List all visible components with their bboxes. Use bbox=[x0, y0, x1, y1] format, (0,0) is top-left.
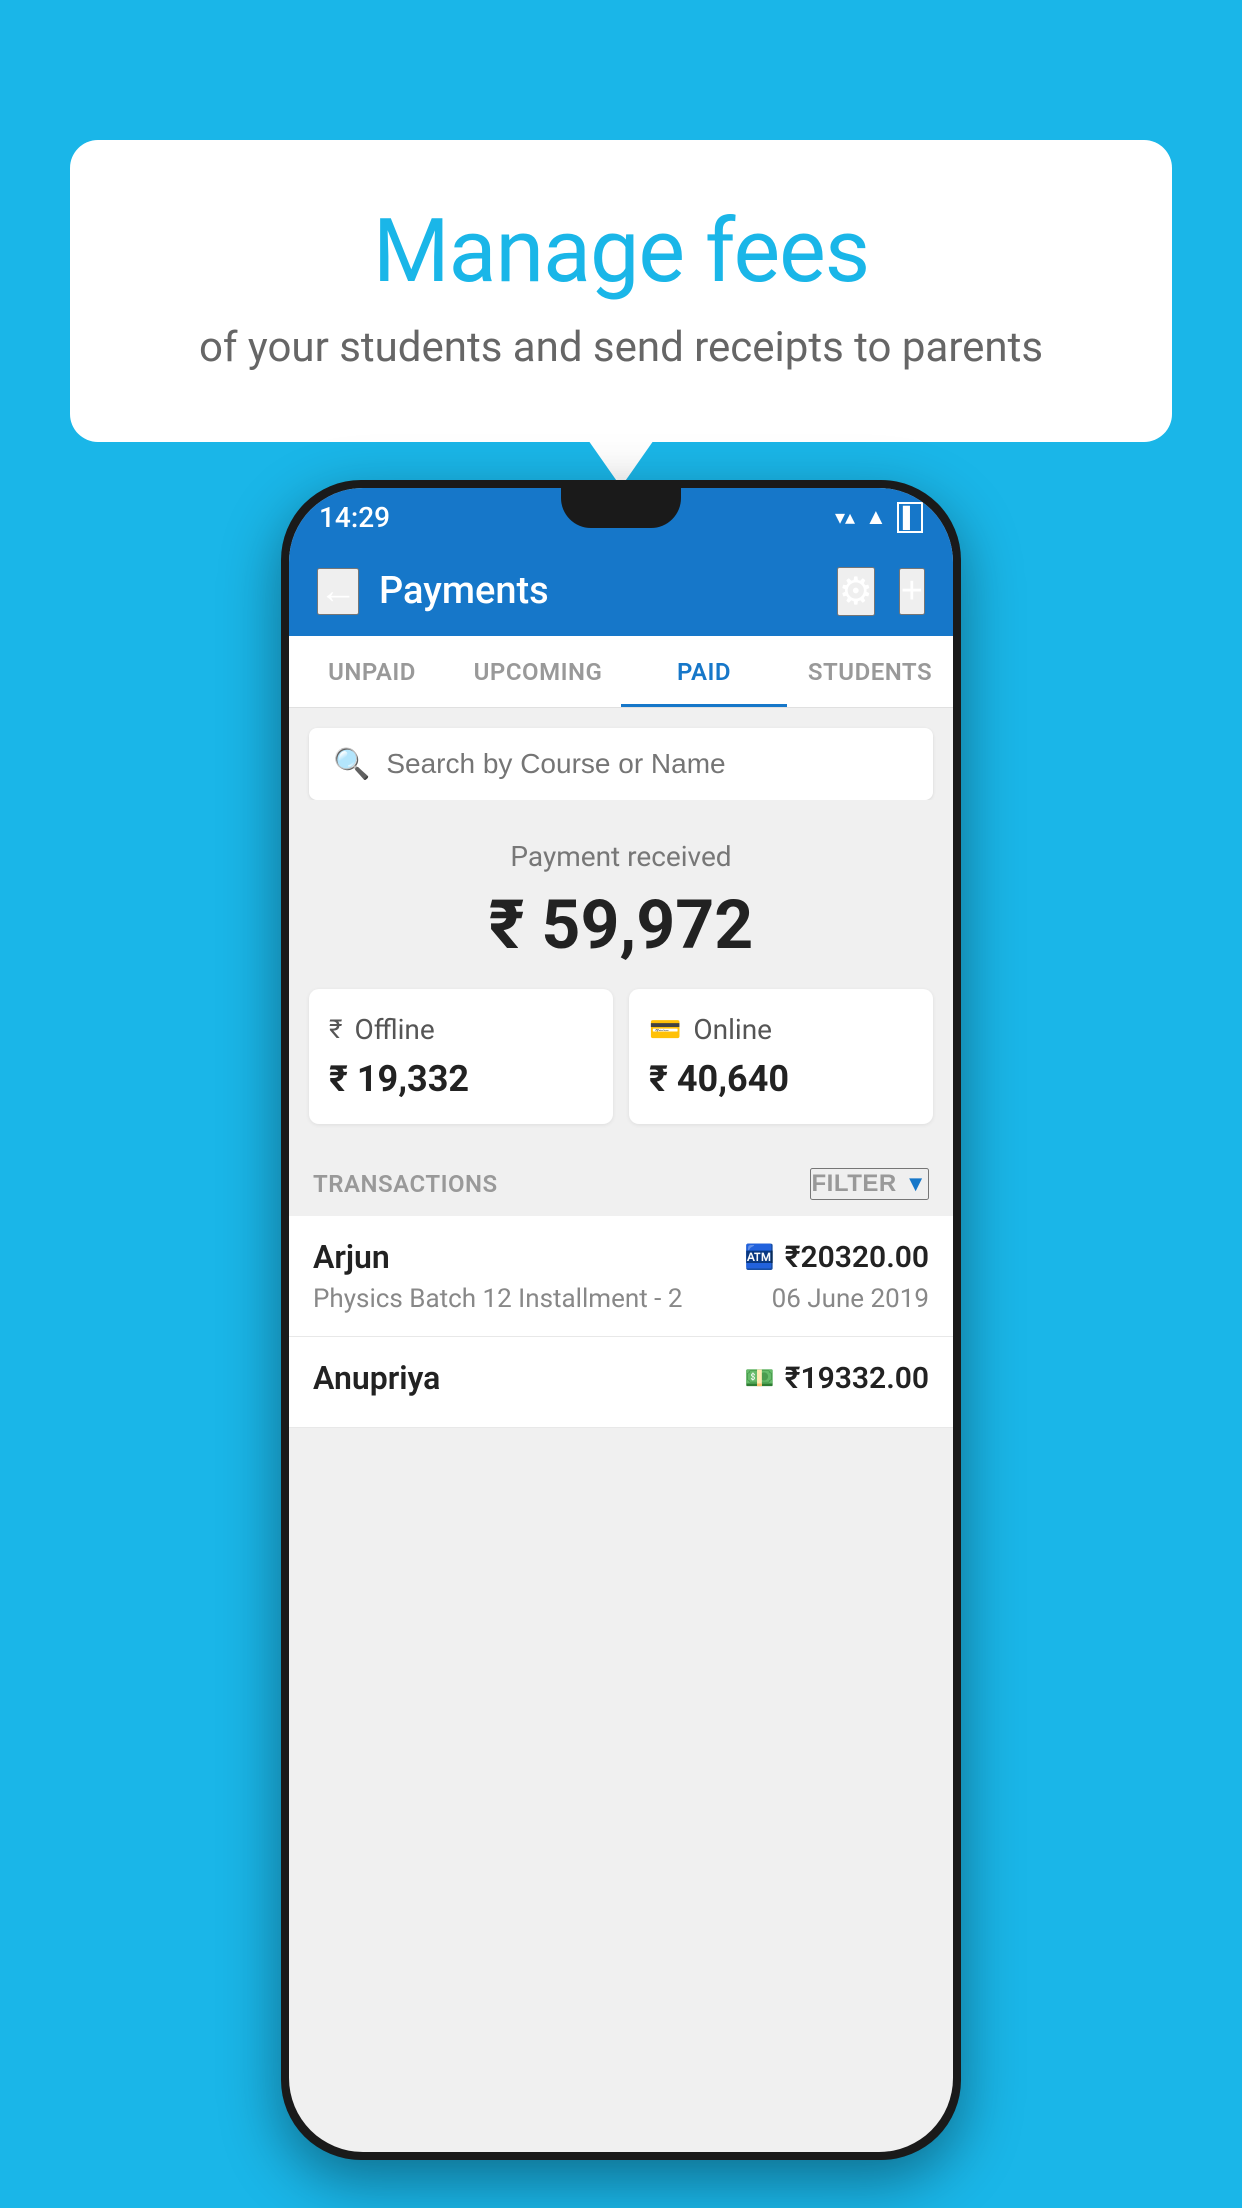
transaction-name: Arjun bbox=[313, 1238, 390, 1276]
payment-total-amount: ₹ 59,972 bbox=[309, 885, 933, 965]
offline-amount: ₹ 19,332 bbox=[329, 1058, 593, 1100]
transaction-desc: Physics Batch 12 Installment - 2 bbox=[313, 1284, 682, 1314]
content-area: 🔍 Payment received ₹ 59,972 ₹ Offline ₹ … bbox=[289, 708, 953, 1428]
transactions-header: TRANSACTIONS FILTER ▼ bbox=[289, 1144, 953, 1216]
status-icons: ▾▴ ▲ ▌ bbox=[835, 502, 923, 533]
offline-icon: ₹ bbox=[329, 1015, 342, 1045]
tab-paid[interactable]: PAID bbox=[621, 636, 787, 707]
signal-icon: ▲ bbox=[865, 504, 887, 530]
app-bar-actions: ⚙ + bbox=[837, 567, 925, 616]
notch bbox=[561, 488, 681, 528]
speech-bubble: Manage fees of your students and send re… bbox=[70, 140, 1172, 442]
payment-cards: ₹ Offline ₹ 19,332 💳 Online ₹ 40,640 bbox=[309, 989, 933, 1124]
online-amount: ₹ 40,640 bbox=[649, 1058, 913, 1100]
tab-students[interactable]: STUDENTS bbox=[787, 636, 953, 707]
search-input[interactable] bbox=[386, 748, 909, 780]
status-bar: 14:29 ▾▴ ▲ ▌ bbox=[289, 488, 953, 546]
speech-bubble-section: Manage fees of your students and send re… bbox=[70, 140, 1172, 442]
filter-button[interactable]: FILTER ▼ bbox=[810, 1168, 930, 1200]
transaction-date: 06 June 2019 bbox=[772, 1284, 929, 1314]
offline-card: ₹ Offline ₹ 19,332 bbox=[309, 989, 613, 1124]
transaction-amount: 💵 ₹19332.00 bbox=[745, 1361, 929, 1396]
back-button[interactable]: ← bbox=[317, 568, 359, 615]
battery-icon: ▌ bbox=[897, 502, 923, 533]
add-button[interactable]: + bbox=[899, 568, 925, 615]
filter-icon: ▼ bbox=[905, 1171, 927, 1197]
app-bar: ← Payments ⚙ + bbox=[289, 546, 953, 636]
phone-screen: 14:29 ▾▴ ▲ ▌ ← Payments ⚙ + UNPAID UPCOM… bbox=[289, 488, 953, 2152]
search-bar[interactable]: 🔍 bbox=[309, 728, 933, 800]
cash-payment-icon: 💵 bbox=[745, 1364, 775, 1392]
settings-button[interactable]: ⚙ bbox=[837, 567, 875, 616]
payment-received-label: Payment received bbox=[309, 840, 933, 873]
transaction-top-row: Arjun 🏧 ₹20320.00 bbox=[313, 1238, 929, 1276]
transaction-top-row: Anupriya 💵 ₹19332.00 bbox=[313, 1359, 929, 1397]
amount-value: ₹19332.00 bbox=[785, 1361, 929, 1396]
filter-label: FILTER bbox=[812, 1170, 897, 1198]
bubble-subtitle: of your students and send receipts to pa… bbox=[150, 323, 1092, 372]
phone-frame: 14:29 ▾▴ ▲ ▌ ← Payments ⚙ + UNPAID UPCOM… bbox=[281, 480, 961, 2160]
page-title: Payments bbox=[379, 569, 817, 613]
transactions-label: TRANSACTIONS bbox=[313, 1170, 498, 1198]
tab-upcoming[interactable]: UPCOMING bbox=[455, 636, 621, 707]
tabs-bar: UNPAID UPCOMING PAID STUDENTS bbox=[289, 636, 953, 708]
online-icon: 💳 bbox=[649, 1015, 681, 1045]
transaction-bottom-row: Physics Batch 12 Installment - 2 06 June… bbox=[313, 1284, 929, 1314]
amount-value: ₹20320.00 bbox=[785, 1240, 929, 1275]
offline-card-header: ₹ Offline bbox=[329, 1013, 593, 1046]
online-card: 💳 Online ₹ 40,640 bbox=[629, 989, 933, 1124]
offline-label: Offline bbox=[354, 1013, 434, 1046]
wifi-icon: ▾▴ bbox=[835, 505, 855, 529]
online-label: Online bbox=[693, 1013, 772, 1046]
payment-summary: Payment received ₹ 59,972 ₹ Offline ₹ 19… bbox=[289, 800, 953, 1144]
online-card-header: 💳 Online bbox=[649, 1013, 913, 1046]
bubble-title: Manage fees bbox=[150, 200, 1092, 303]
status-time: 14:29 bbox=[319, 501, 390, 534]
table-row[interactable]: Arjun 🏧 ₹20320.00 Physics Batch 12 Insta… bbox=[289, 1216, 953, 1337]
transaction-amount: 🏧 ₹20320.00 bbox=[745, 1240, 929, 1275]
table-row[interactable]: Anupriya 💵 ₹19332.00 bbox=[289, 1337, 953, 1428]
tab-unpaid[interactable]: UNPAID bbox=[289, 636, 455, 707]
card-payment-icon: 🏧 bbox=[745, 1243, 775, 1271]
transaction-name: Anupriya bbox=[313, 1359, 440, 1397]
search-icon: 🔍 bbox=[333, 747, 370, 782]
